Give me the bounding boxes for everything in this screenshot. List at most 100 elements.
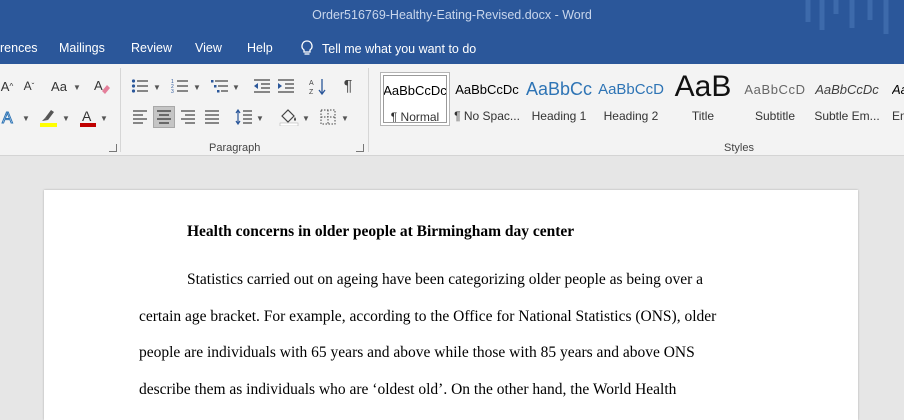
tell-me-label: Tell me what you want to do [322,42,477,56]
pilcrow-icon: ¶ [343,78,353,95]
style-preview: AaBbCcDc [383,83,447,98]
change-case-label: Aa [51,78,67,94]
svg-text:A: A [309,80,314,87]
sort-icon: AZ [309,79,326,96]
grow-font-button[interactable]: A ^ [0,76,14,96]
style-label: Em [892,109,904,123]
style-emphasis[interactable]: AaBbCcDc Em [884,72,904,126]
style-heading-2[interactable]: AaBbCcD Heading 2 [596,72,666,126]
bullets-icon [131,79,148,93]
window-title: Order516769-Healthy-Eating-Revised.docx … [312,8,592,22]
font-color-button[interactable]: A [78,106,98,128]
document-page[interactable]: Health concerns in older people at Birmi… [44,190,858,420]
align-left-icon [133,110,147,124]
svg-text:Z: Z [309,89,314,96]
justify-button[interactable] [202,106,222,128]
style-heading-1[interactable]: AaBbCc Heading 1 [524,72,594,126]
document-heading: Health concerns in older people at Birmi… [187,223,575,240]
style-label: Subtle Em... [814,109,880,123]
document-line: describe them as individuals who are ‘ol… [139,381,677,398]
eraser-icon: A [94,78,110,94]
shrink-font-label: A [23,79,32,93]
title-bar: Order516769-Healthy-Eating-Revised.docx … [0,0,904,34]
up-arrow-icon: ^ [9,81,14,91]
style-preview: AaBbCcDc [892,82,904,97]
numbering-button[interactable]: 123 [170,76,190,96]
align-center-icon [157,110,171,124]
style-subtle-emphasis[interactable]: AaBbCcDc Subtle Em... [812,72,882,126]
clear-formatting-button[interactable]: A [92,76,112,96]
align-right-button[interactable] [178,106,198,128]
styles-group-label: Styles [724,142,754,154]
change-case-button[interactable]: Aa [46,76,72,96]
line-spacing-button[interactable] [234,106,254,128]
highlight-button[interactable] [38,106,60,128]
show-formatting-marks-button[interactable]: ¶ [338,76,358,98]
multilevel-list-button[interactable] [210,76,230,96]
borders-icon [320,109,336,125]
style-preview: AaBbCc [525,79,593,99]
chevron-down-icon[interactable]: ▼ [256,114,264,123]
paragraph-dialog-launcher-icon[interactable] [356,144,364,152]
shading-button[interactable] [278,106,300,128]
document-canvas: Health concerns in older people at Birmi… [0,157,904,420]
decorative-pattern-icon [805,0,889,34]
chevron-down-icon[interactable]: ▼ [100,114,108,123]
text-effects-button[interactable]: A [0,106,18,128]
chevron-down-icon[interactable]: ▼ [232,83,240,92]
align-right-icon [181,110,195,124]
svg-text:A: A [82,108,92,124]
down-arrow-icon: ˇ [31,81,35,91]
tab-help[interactable]: Help [247,41,273,55]
style-label: Heading 1 [531,109,587,123]
align-center-button[interactable] [153,106,175,128]
chevron-down-icon[interactable]: ▼ [22,114,30,123]
style-label: ¶ Normal [390,110,440,124]
decrease-indent-icon [254,79,270,93]
svg-text:3: 3 [171,89,174,94]
document-line: people are individuals with 65 years and… [139,344,695,361]
tell-me-search[interactable]: Tell me what you want to do [300,40,476,56]
svg-text:A: A [94,78,103,93]
chevron-down-icon[interactable]: ▼ [153,83,161,92]
ribbon-tab-bar: rences Mailings Review View Help Tell me… [0,34,904,64]
style-preview: AaB [674,70,732,103]
tab-references[interactable]: rences [0,41,38,55]
chevron-down-icon[interactable]: ▼ [341,114,349,123]
chevron-down-icon[interactable]: ▼ [302,114,310,123]
document-line: certain age bracket. For example, accord… [139,308,717,325]
chevron-down-icon[interactable]: ▼ [73,83,81,92]
style-label: Subtitle [754,109,796,123]
align-left-button[interactable] [130,106,150,128]
document-line: Statistics carried out on ageing have be… [187,271,704,288]
highlighter-icon [40,110,57,127]
style-subtitle[interactable]: AaBbCcD Subtitle [740,72,810,126]
chevron-down-icon[interactable]: ▼ [62,114,70,123]
borders-button[interactable] [318,106,338,128]
font-color-icon: A [80,108,96,127]
style-label: Heading 2 [603,109,659,123]
decrease-indent-button[interactable] [252,76,272,96]
font-dialog-launcher-icon[interactable] [109,144,117,152]
svg-text:A: A [2,110,13,126]
tab-review[interactable]: Review [131,41,172,55]
style-normal[interactable]: AaBbCcDc ¶ Normal [380,72,450,126]
style-no-spacing[interactable]: AaBbCcDc ¶ No Spac... [452,72,522,126]
shrink-font-button[interactable]: Aˇ [20,76,38,96]
multilevel-list-icon [211,80,228,93]
chevron-down-icon[interactable]: ▼ [193,83,201,92]
sort-button[interactable]: AZ [308,76,328,98]
numbering-icon: 123 [171,79,188,94]
group-separator [368,68,369,152]
tab-mailings[interactable]: Mailings [59,41,105,55]
increase-indent-button[interactable] [276,76,296,96]
justify-icon [205,110,219,124]
text-effects-icon: A [2,110,14,127]
bullets-button[interactable] [130,76,150,96]
style-label: Title [691,109,715,123]
style-preview: AaBbCcDc [455,82,519,97]
style-preview: AaBbCcDc [815,82,879,97]
paint-bucket-icon [279,109,299,126]
style-title[interactable]: AaB Title [668,70,738,126]
tab-view[interactable]: View [195,41,222,55]
